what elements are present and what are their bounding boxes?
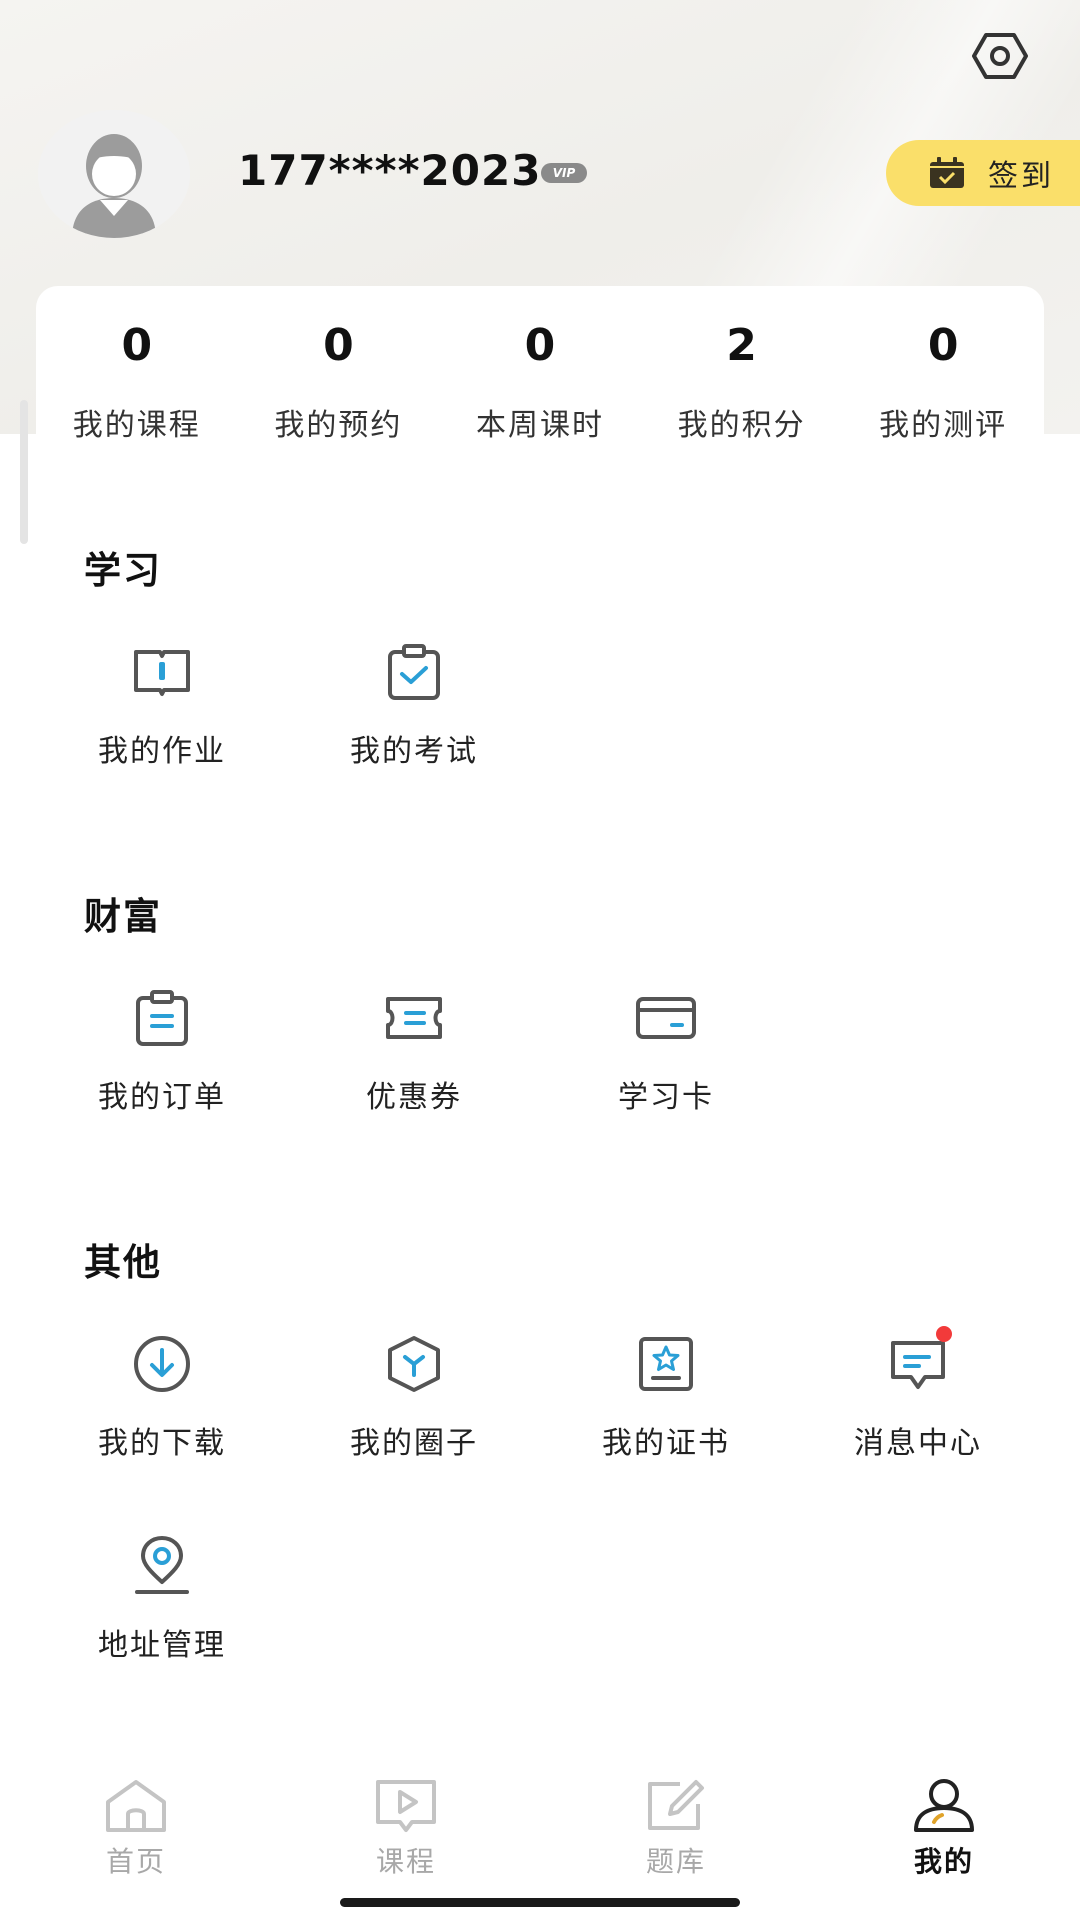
section-title-study: 学习 (84, 549, 162, 592)
stat-my-courses[interactable]: 0 我的课程 (36, 286, 238, 444)
username: 177****2023 (238, 146, 542, 195)
home-indicator[interactable] (340, 1898, 740, 1907)
stat-value: 0 (121, 320, 153, 371)
stat-label: 我的课程 (72, 408, 201, 443)
grid-item-label: 优惠券 (366, 1080, 462, 1115)
download-icon (134, 1336, 190, 1392)
grid-item-study-card[interactable]: 学习卡 (566, 986, 766, 1116)
stat-my-points[interactable]: 2 我的积分 (641, 286, 843, 444)
settings-button[interactable] (968, 28, 1032, 84)
stat-my-assessments[interactable]: 0 我的测评 (842, 286, 1044, 444)
grid-item-certificates[interactable]: 我的证书 (566, 1332, 766, 1462)
section-title-wealth: 财富 (84, 895, 162, 938)
grid-item-label: 学习卡 (618, 1080, 714, 1115)
tab-label: 我的 (913, 1845, 974, 1878)
stat-label: 本周课时 (475, 408, 604, 443)
home-icon (106, 1780, 166, 1832)
grid-item-label: 消息中心 (854, 1426, 982, 1461)
grid-item-label: 地址管理 (98, 1628, 226, 1663)
grid-item-label: 我的订单 (98, 1080, 226, 1115)
grid-item-circles[interactable]: 我的圈子 (314, 1332, 514, 1462)
settings-hexagon-icon (972, 33, 1028, 79)
circle-hexagon-icon (388, 1336, 440, 1392)
course-play-icon (376, 1780, 436, 1832)
grid-item-downloads[interactable]: 我的下载 (62, 1332, 262, 1462)
order-list-icon (136, 990, 188, 1046)
message-icon (891, 1341, 945, 1389)
tab-mine[interactable]: 我的 (864, 1776, 1024, 1880)
tab-label: 课程 (375, 1845, 436, 1878)
grid-item-coupons[interactable]: 优惠券 (314, 986, 514, 1116)
tab-home[interactable]: 首页 (56, 1776, 216, 1880)
scroll-indicator[interactable] (20, 400, 28, 544)
grid-item-label: 我的圈子 (350, 1426, 478, 1461)
unread-dot (936, 1326, 952, 1342)
signin-label: 签到 (988, 159, 1054, 194)
grid-item-label: 我的下载 (98, 1426, 226, 1461)
tab-courses[interactable]: 课程 (326, 1776, 486, 1880)
stat-value: 0 (524, 320, 556, 371)
grid-item-label: 我的考试 (350, 734, 478, 769)
coupon-icon (386, 997, 442, 1039)
signin-button[interactable]: 签到 (886, 140, 1080, 206)
grid-item-label: 我的作业 (98, 734, 226, 769)
grid-item-messages[interactable]: 消息中心 (818, 1326, 1018, 1462)
grid-item-label: 我的证书 (602, 1426, 730, 1461)
user-icon (914, 1779, 974, 1832)
grid-item-exam[interactable]: 我的考试 (314, 640, 514, 770)
location-pin-icon (135, 1536, 189, 1594)
default-avatar-icon (38, 110, 190, 238)
grid-item-homework[interactable]: 我的作业 (62, 640, 262, 770)
calendar-check-icon (930, 157, 964, 188)
stat-label: 我的测评 (879, 408, 1008, 443)
stat-value: 0 (927, 320, 959, 371)
bottom-tab-bar: 首页 课程 题库 我的 (0, 1760, 1080, 1920)
grid-item-address[interactable]: 地址管理 (62, 1534, 262, 1664)
stat-weekly-hours[interactable]: 0 本周课时 (439, 286, 641, 444)
grid-item-orders[interactable]: 我的订单 (62, 986, 262, 1116)
stat-value: 2 (726, 320, 757, 371)
tab-label: 题库 (645, 1845, 706, 1878)
edit-icon (648, 1780, 704, 1830)
stat-my-appointments[interactable]: 0 我的预约 (238, 286, 440, 444)
vip-badge: VIP (541, 163, 587, 183)
stats-card: 0 我的课程 0 我的预约 0 本周课时 2 我的积分 0 我的测评 (36, 286, 1044, 444)
card-icon (636, 997, 696, 1039)
stat-label: 我的预约 (274, 408, 403, 443)
book-icon (134, 650, 190, 696)
section-title-other: 其他 (84, 1241, 162, 1284)
stat-value: 0 (323, 320, 354, 371)
avatar[interactable] (38, 110, 190, 238)
tab-label: 首页 (105, 1845, 166, 1878)
clipboard-check-icon (388, 644, 440, 700)
tab-question-bank[interactable]: 题库 (596, 1776, 756, 1880)
stat-label: 我的积分 (677, 408, 806, 443)
certificate-icon (639, 1337, 693, 1391)
